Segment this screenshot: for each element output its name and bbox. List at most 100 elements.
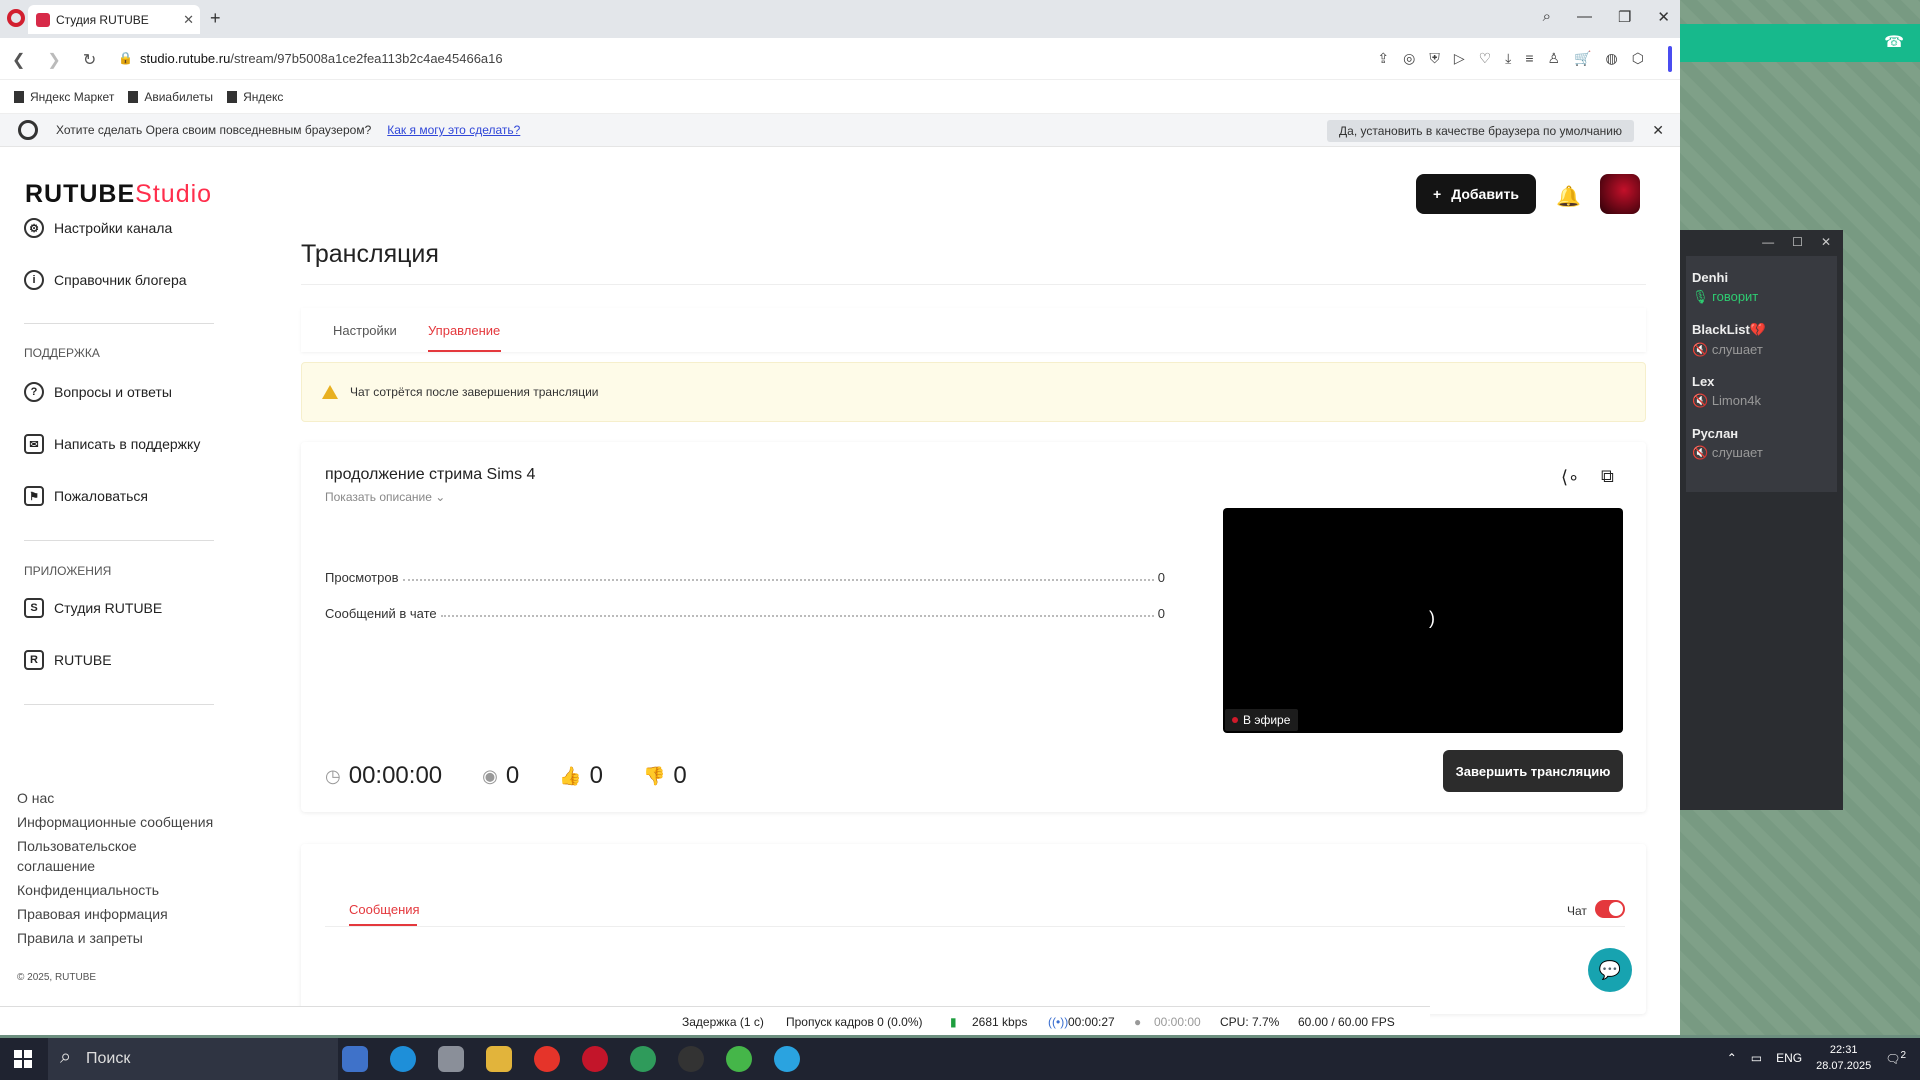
download-icon[interactable]: ⤓ — [1505, 50, 1511, 67]
call-bar: ☎ — [1680, 24, 1920, 62]
support-chat-button[interactable]: 💬 — [1588, 948, 1632, 992]
hangup-icon[interactable]: ☎ — [1884, 32, 1904, 52]
notifications-icon[interactable]: 🗨2 — [1885, 1050, 1906, 1066]
shield-icon[interactable]: ⛨ — [1429, 50, 1440, 67]
bell-icon[interactable]: 🔔 — [1556, 184, 1581, 209]
end-stream-button[interactable]: Завершить трансляцию — [1443, 750, 1623, 792]
close-bar-icon[interactable]: ✕ — [1652, 122, 1664, 139]
url-field[interactable]: studio.rutube.ru/stream/97b5008a1ce2fea1… — [140, 51, 503, 66]
yandex-icon[interactable] — [534, 1046, 560, 1072]
sidebar-item-contact-support[interactable]: ✉ Написать в поддержку — [24, 434, 200, 454]
search-tabs-icon[interactable]: ⌕ — [1543, 8, 1551, 26]
windows-taskbar: Поиск ⌃ ▭ ENG 22:3128.07.2025 🗨2 — [0, 1038, 1920, 1080]
default-browser-bar: Хотите сделать Opera своим повседневным … — [0, 114, 1680, 147]
bookmark-icon — [14, 90, 24, 103]
snapshot-icon[interactable]: ◎ — [1403, 50, 1415, 67]
bookmark-item[interactable]: Яндекс — [227, 90, 283, 104]
voice-user[interactable]: Руслан 🔇 слушает — [1692, 426, 1763, 461]
account-icon[interactable]: ♙ — [1548, 50, 1561, 67]
clock[interactable]: 22:31 28.07.2025 — [1816, 1042, 1871, 1074]
footer-link-about[interactable]: О нас — [17, 788, 54, 808]
close-window-icon[interactable]: ✕ — [1657, 8, 1670, 26]
telegram-icon[interactable] — [774, 1046, 800, 1072]
store-icon[interactable] — [342, 1046, 368, 1072]
restore-icon[interactable]: ❐ — [1618, 8, 1631, 26]
voice-user[interactable]: Denhi 🎙 говорит — [1692, 270, 1758, 305]
sidebar-item-studio[interactable]: S Студия RUTUBE — [24, 598, 162, 618]
network-icon[interactable]: ▭ — [1751, 1051, 1762, 1065]
restore-icon[interactable]: ☐ — [1792, 235, 1803, 256]
heart-icon[interactable]: ♡ — [1479, 50, 1492, 67]
footer-link-info[interactable]: Информационные сообщения — [17, 812, 213, 832]
rutube-studio-logo[interactable]: RUTUBEStudio — [25, 180, 212, 209]
obs-delay: Задержка (1 с) — [682, 1015, 764, 1029]
add-button[interactable]: + Добавить — [1416, 174, 1536, 214]
obs-fps: 60.00 / 60.00 FPS — [1298, 1015, 1395, 1029]
close-tab-icon[interactable]: ✕ — [183, 12, 194, 28]
forward-icon[interactable]: ❯ — [47, 50, 60, 70]
external-link-icon[interactable]: ⧉ — [1601, 466, 1614, 487]
info-icon: i — [24, 270, 44, 290]
menu-icon[interactable]: ≡ — [1525, 50, 1533, 67]
show-description-toggle[interactable]: Показать описание ⌄ — [325, 490, 445, 504]
obs-icon[interactable] — [678, 1046, 704, 1072]
clock-icon: ◷ — [325, 765, 341, 786]
footer-link-legal[interactable]: Правовая информация — [17, 904, 168, 924]
divider — [325, 926, 1625, 927]
windows-start-icon[interactable] — [14, 1050, 32, 1068]
opera-icon[interactable] — [582, 1046, 608, 1072]
address-bar: ❮ ❯ ↻ studio.rutube.ru/stream/97b5008a1c… — [0, 38, 1680, 80]
tab-management[interactable]: Управление — [428, 323, 500, 338]
voice-user[interactable]: BlackList💔 🔇 слушает — [1692, 322, 1766, 358]
tab-strip: Настройки Управление — [301, 308, 1646, 352]
share-page-icon[interactable]: ⇪ — [1377, 50, 1389, 67]
tab-messages[interactable]: Сообщения — [349, 902, 420, 917]
page-title: Трансляция — [301, 240, 439, 268]
minimize-icon[interactable]: — — [1762, 235, 1774, 256]
avatar[interactable] — [1600, 174, 1640, 214]
stream-preview-player[interactable]: ) В эфире — [1223, 508, 1623, 733]
apps-section-title: ПРИЛОЖЕНИЯ — [24, 564, 112, 578]
opera-logo-icon[interactable] — [7, 9, 25, 27]
bookmark-icon — [128, 90, 139, 103]
chevron-up-icon[interactable]: ⌃ — [1727, 1051, 1737, 1065]
tab-settings[interactable]: Настройки — [333, 323, 397, 338]
app-icon[interactable] — [438, 1046, 464, 1072]
maps-icon[interactable] — [630, 1046, 656, 1072]
vpn-icon[interactable]: ◍ — [1606, 50, 1618, 67]
sidebar-item-channel-settings[interactable]: ⚙ Настройки канала — [24, 218, 172, 238]
minimize-icon[interactable]: — — [1577, 8, 1592, 26]
reload-icon[interactable]: ↻ — [83, 50, 96, 70]
bookmark-item[interactable]: Яндекс Маркет — [14, 90, 114, 104]
footer-link-privacy[interactable]: Конфиденциальность — [17, 880, 159, 900]
sidebar-accent — [1668, 46, 1672, 72]
app-icon[interactable] — [726, 1046, 752, 1072]
set-default-button[interactable]: Да, установить в качестве браузера по ум… — [1327, 120, 1634, 142]
browser-tab[interactable]: Студия RUTUBE ✕ — [28, 5, 200, 34]
voice-user[interactable]: Lex 🔇 Limon4k — [1692, 374, 1761, 409]
sidebar-item-report[interactable]: ⚑ Пожаловаться — [24, 486, 148, 506]
back-icon[interactable]: ❮ — [12, 50, 25, 70]
sidebar-item-faq[interactable]: ? Вопросы и ответы — [24, 382, 172, 402]
sidebar-item-blogger-guide[interactable]: i Справочник блогера — [24, 270, 187, 290]
extensions-icon[interactable]: ⬡ — [1632, 50, 1644, 67]
file-explorer-icon[interactable] — [486, 1046, 512, 1072]
edge-icon[interactable] — [390, 1046, 416, 1072]
sidebar-item-rutube[interactable]: R RUTUBE — [24, 650, 112, 670]
footer-link-rules[interactable]: Правила и запреты — [17, 928, 143, 948]
lock-icon[interactable]: 🔒 — [118, 51, 133, 65]
stream-icon: ((•)) — [1048, 1015, 1069, 1029]
cart-icon[interactable]: 🛒 — [1574, 50, 1591, 67]
new-tab-button[interactable]: + — [210, 8, 221, 29]
taskbar-search[interactable]: Поиск — [48, 1038, 338, 1080]
close-icon[interactable]: ✕ — [1821, 235, 1831, 256]
player-icon[interactable]: ▷ — [1454, 50, 1465, 67]
obs-stream-time: 00:00:27 — [1068, 1015, 1115, 1029]
share-icon[interactable]: ⟨∘ — [1561, 467, 1579, 488]
how-to-link[interactable]: Как я могу это сделать? — [387, 123, 520, 137]
bookmark-item[interactable]: Авиабилеты — [128, 90, 213, 104]
chat-toggle[interactable] — [1595, 900, 1625, 918]
language-indicator[interactable]: ENG — [1776, 1051, 1802, 1065]
default-prompt: Хотите сделать Opera своим повседневным … — [56, 123, 372, 137]
footer-link-agreement[interactable]: Пользовательское соглашение — [17, 836, 167, 876]
